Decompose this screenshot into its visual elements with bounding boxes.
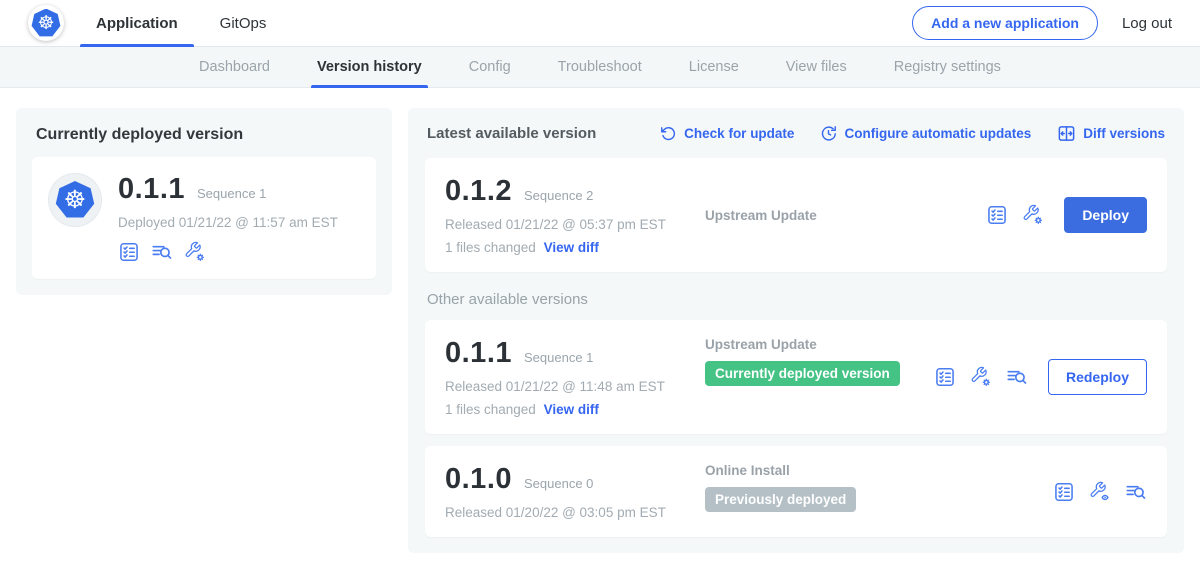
top-nav-right: Add a new application Log out <box>912 6 1172 40</box>
released-timestamp: Released 01/21/22 @ 11:48 am EST <box>445 379 705 394</box>
version-card-actions: Deploy <box>986 175 1147 255</box>
version-card-0-1-0: 0.1.0 Sequence 0 Released 01/20/22 @ 03:… <box>425 446 1167 537</box>
subtab-view-files[interactable]: View files <box>786 47 847 88</box>
sequence-label: Sequence 0 <box>524 476 593 491</box>
version-actions: Check for update Configure automatic upd… <box>660 124 1165 143</box>
wrench-eye-icon[interactable] <box>1089 481 1111 503</box>
version-number: 0.1.2 <box>445 175 512 208</box>
checklist-icon[interactable] <box>118 241 140 263</box>
currently-deployed-title: Currently deployed version <box>32 124 376 144</box>
released-timestamp: Released 01/20/22 @ 03:05 pm EST <box>445 505 705 520</box>
sequence-label: Sequence 1 <box>524 350 593 365</box>
tab-gitops-label: GitOps <box>220 15 267 32</box>
version-number: 0.1.0 <box>445 463 512 496</box>
diff-versions-link[interactable]: Diff versions <box>1057 124 1165 143</box>
deploy-button[interactable]: Deploy <box>1064 197 1147 233</box>
subtab-config[interactable]: Config <box>469 47 511 88</box>
version-number: 0.1.1 <box>445 337 512 370</box>
version-card-info: 0.1.1 Sequence 1 Released 01/21/22 @ 11:… <box>445 337 705 417</box>
version-card-actions <box>1053 463 1147 520</box>
wrench-gear-icon[interactable] <box>1022 204 1044 226</box>
wrench-gear-icon[interactable] <box>184 241 206 263</box>
version-card-0-1-2: 0.1.2 Sequence 2 Released 01/21/22 @ 05:… <box>425 158 1167 272</box>
subtab-dashboard[interactable]: Dashboard <box>199 47 270 88</box>
view-diff-link[interactable]: View diff <box>544 402 599 417</box>
redeploy-button[interactable]: Redeploy <box>1048 359 1147 395</box>
checklist-icon[interactable] <box>986 204 1008 226</box>
kubernetes-logo: ☸ <box>28 5 64 41</box>
subtab-license[interactable]: License <box>689 47 739 88</box>
wrench-gear-icon[interactable] <box>970 366 992 388</box>
version-card-source: Upstream Update <box>705 175 986 255</box>
main-content: Currently deployed version ☸ 0.1.1 Seque… <box>0 88 1200 553</box>
deployed-version-info: 0.1.1 Sequence 1 Deployed 01/21/22 @ 11:… <box>118 173 338 263</box>
add-application-button[interactable]: Add a new application <box>912 6 1098 40</box>
deployed-version-card: ☸ 0.1.1 Sequence 1 Deployed 01/21/22 @ 1… <box>32 157 376 279</box>
kubernetes-wheel-icon: ☸ <box>55 181 95 219</box>
check-for-update-label: Check for update <box>684 126 794 141</box>
top-nav: ☸ Application GitOps Add a new applicati… <box>0 0 1200 47</box>
tab-application-label: Application <box>96 15 178 32</box>
version-card-info: 0.1.0 Sequence 0 Released 01/20/22 @ 03:… <box>445 463 705 520</box>
refresh-icon <box>660 125 677 142</box>
currently-deployed-panel: Currently deployed version ☸ 0.1.1 Seque… <box>16 108 392 295</box>
checklist-icon[interactable] <box>934 366 956 388</box>
latest-version-title: Latest available version <box>427 125 596 142</box>
source-label: Upstream Update <box>705 208 986 223</box>
subtab-version-history[interactable]: Version history <box>317 47 422 88</box>
subtab-registry-settings[interactable]: Registry settings <box>894 47 1001 88</box>
kubernetes-wheel-icon: ☸ <box>31 9 61 38</box>
view-diff-link[interactable]: View diff <box>544 240 599 255</box>
clock-refresh-icon <box>820 125 837 142</box>
version-card-actions: Redeploy <box>934 337 1147 417</box>
deployed-sequence-label: Sequence 1 <box>197 186 266 201</box>
version-history-panel: Latest available version Check for updat… <box>408 108 1184 553</box>
deployed-timestamp: Deployed 01/21/22 @ 11:57 am EST <box>118 215 338 230</box>
released-timestamp: Released 01/21/22 @ 05:37 pm EST <box>445 217 705 232</box>
other-versions-heading: Other available versions <box>427 291 1165 308</box>
diff-versions-label: Diff versions <box>1083 126 1165 141</box>
logout-button[interactable]: Log out <box>1122 15 1172 32</box>
deployed-version-number: 0.1.1 <box>118 173 185 206</box>
lines-magnifier-icon[interactable] <box>1125 481 1147 503</box>
app-logo: ☸ <box>48 173 102 227</box>
sequence-label: Sequence 2 <box>524 188 593 203</box>
configure-automatic-updates-link[interactable]: Configure automatic updates <box>820 125 1031 142</box>
source-label: Upstream Update <box>705 337 934 352</box>
version-card-source: Upstream Update Currently deployed versi… <box>705 337 934 417</box>
version-card-0-1-1: 0.1.1 Sequence 1 Released 01/21/22 @ 11:… <box>425 320 1167 434</box>
files-changed-row: 1 files changed View diff <box>445 402 705 417</box>
files-changed-label: 1 files changed <box>445 240 536 255</box>
diff-icon <box>1057 124 1076 143</box>
deployed-icon-row <box>118 241 338 263</box>
lines-magnifier-icon[interactable] <box>151 241 173 263</box>
subtab-troubleshoot[interactable]: Troubleshoot <box>558 47 642 88</box>
check-for-update-link[interactable]: Check for update <box>660 125 794 142</box>
version-history-header: Latest available version Check for updat… <box>425 124 1167 143</box>
version-card-info: 0.1.2 Sequence 2 Released 01/21/22 @ 05:… <box>445 175 705 255</box>
currently-deployed-badge: Currently deployed version <box>705 361 900 386</box>
checklist-icon[interactable] <box>1053 481 1075 503</box>
lines-magnifier-icon[interactable] <box>1006 366 1028 388</box>
configure-automatic-updates-label: Configure automatic updates <box>844 126 1031 141</box>
tab-gitops[interactable]: GitOps <box>218 0 269 47</box>
files-changed-row: 1 files changed View diff <box>445 240 705 255</box>
version-card-source: Online Install Previously deployed <box>705 463 1053 520</box>
previously-deployed-badge: Previously deployed <box>705 487 856 512</box>
app-subnav: Dashboard Version history Config Trouble… <box>0 47 1200 88</box>
source-label: Online Install <box>705 463 1053 478</box>
files-changed-label: 1 files changed <box>445 402 536 417</box>
tab-application[interactable]: Application <box>94 0 180 47</box>
